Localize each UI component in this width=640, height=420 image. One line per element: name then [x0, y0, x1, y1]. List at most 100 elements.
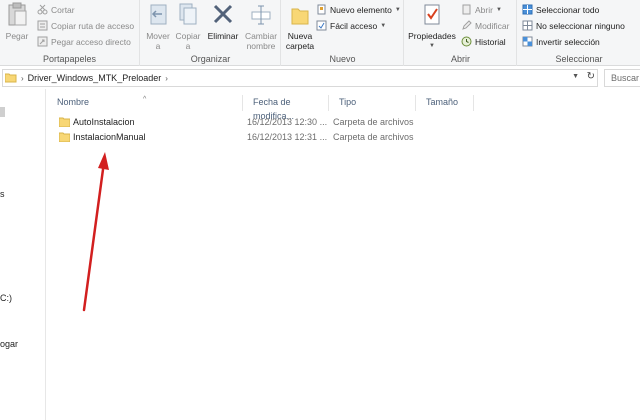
paste-shortcut-icon [37, 36, 48, 47]
file-list: ^ Nombre Fecha de modifica... Tipo Tamañ… [47, 89, 640, 420]
select-none-button[interactable]: No seleccionar ninguno [522, 19, 625, 32]
folder-icon [59, 132, 70, 142]
new-item-label: Nuevo elemento [330, 4, 392, 15]
group-label-clipboard: Portapapeles [42, 54, 97, 64]
search-input[interactable]: Buscar [604, 69, 640, 87]
column-header-size[interactable]: Tamaño [416, 95, 474, 111]
scissors-icon [37, 4, 48, 15]
group-label-organize: Organizar [190, 54, 231, 64]
invert-selection-label: Invertir selección [536, 36, 600, 47]
properties-icon [424, 4, 440, 25]
open-dropdown-icon: ▼ [495, 6, 502, 13]
new-folder-label-2: carpeta [285, 41, 315, 51]
column-header-type[interactable]: Tipo [329, 95, 416, 111]
paste-label: Pegar [5, 31, 29, 41]
rename-label-2: nombre [246, 41, 276, 51]
history-icon [461, 36, 472, 47]
nav-pin-icon [0, 107, 5, 117]
easy-access-dropdown-icon: ▼ [380, 22, 387, 29]
nav-item-local-disk-partial[interactable]: C:) [0, 293, 12, 303]
group-label-new: Nuevo [329, 54, 356, 64]
group-organize: Mover a Copiar a Eliminar Cambiar nombre… [141, 0, 281, 66]
group-select: Seleccionar todo No seleccionar ninguno … [518, 0, 640, 66]
properties-button[interactable]: Propiedades ▼ [407, 2, 457, 51]
group-open: Propiedades ▼ Abrir ▼ Modificar Historia… [405, 0, 517, 66]
edit-icon [462, 20, 472, 30]
open-label: Abrir [475, 4, 493, 15]
list-item[interactable]: InstalacionManual 16/12/2013 12:31 ... C… [47, 130, 427, 145]
copy-to-button[interactable]: Copiar a [173, 2, 203, 51]
copy-path-button[interactable]: Copiar ruta de acceso [37, 19, 134, 32]
invert-selection-icon [522, 36, 533, 47]
folder-icon [5, 73, 17, 83]
easy-access-icon [316, 20, 327, 31]
navigation-pane: s C:) ogar [0, 89, 46, 420]
address-bar: › Driver_Windows_MTK_Preloader › ▼ ↻ Bus… [0, 68, 640, 88]
open-icon [462, 4, 471, 15]
nav-item-homegroup-partial[interactable]: ogar [0, 339, 18, 349]
address-box[interactable]: › Driver_Windows_MTK_Preloader › ▼ ↻ [2, 69, 598, 87]
sort-ascending-icon: ^ [143, 96, 147, 103]
cut-button[interactable]: Cortar [37, 3, 75, 16]
file-date: 16/12/2013 12:31 ... [247, 132, 328, 142]
folder-icon [59, 117, 70, 127]
new-folder-icon [291, 8, 309, 25]
list-item[interactable]: AutoInstalacion 16/12/2013 12:30 ... Car… [47, 115, 427, 130]
file-name: AutoInstalacion [73, 117, 135, 127]
open-button[interactable]: Abrir ▼ [461, 3, 502, 16]
group-label-select: Seleccionar [555, 54, 603, 64]
new-folder-button[interactable]: Nueva carpeta [284, 2, 316, 51]
column-header-name[interactable]: ^ Nombre [47, 95, 243, 111]
rename-icon [251, 5, 271, 25]
copy-path-label: Copiar ruta de acceso [51, 20, 135, 31]
move-to-icon [150, 4, 167, 25]
easy-access-label: Fácil acceso [330, 20, 378, 31]
refresh-icon[interactable]: ↻ [587, 71, 595, 82]
edit-button[interactable]: Modificar [461, 19, 509, 32]
delete-label: Eliminar [207, 31, 239, 41]
move-to-sub: a [155, 41, 161, 51]
paste-button[interactable]: Pegar [2, 2, 32, 41]
breadcrumb-current[interactable]: Driver_Windows_MTK_Preloader [28, 73, 162, 83]
new-folder-label-1: Nueva [287, 31, 313, 41]
history-label: Historial [475, 36, 506, 47]
delete-x-icon [213, 4, 233, 24]
group-new: Nueva carpeta Nuevo elemento ▼ Fácil acc… [282, 0, 404, 66]
ribbon: Pegar Cortar Copiar ruta de acceso Pegar… [0, 0, 640, 66]
column-header-date[interactable]: Fecha de modifica... [243, 95, 329, 121]
select-none-label: No seleccionar ninguno [536, 20, 625, 31]
select-all-button[interactable]: Seleccionar todo [522, 3, 599, 16]
new-item-button[interactable]: Nuevo elemento ▼ [316, 3, 401, 16]
select-all-icon [522, 4, 533, 15]
address-dropdown-icon[interactable]: ▼ [572, 73, 579, 80]
nav-item-partial[interactable]: s [0, 189, 5, 199]
move-to-button[interactable]: Mover a [143, 2, 173, 51]
group-label-open: Abrir [450, 54, 470, 64]
rename-button[interactable]: Cambiar nombre [243, 2, 279, 51]
edit-label: Modificar [475, 20, 510, 31]
move-to-label: Mover [146, 31, 170, 41]
history-button[interactable]: Historial [461, 35, 506, 48]
delete-button[interactable]: Eliminar [205, 2, 241, 41]
paste-icon [8, 2, 27, 26]
select-all-label: Seleccionar todo [536, 4, 600, 15]
copy-path-icon [37, 20, 48, 31]
breadcrumb-chevron-icon[interactable]: › [21, 74, 24, 83]
group-clipboard: Pegar Cortar Copiar ruta de acceso Pegar… [0, 0, 140, 66]
copy-to-label: Copiar [175, 31, 201, 41]
properties-label: Propiedades [408, 31, 456, 41]
new-item-dropdown-icon: ▼ [394, 6, 401, 13]
copy-to-icon [179, 3, 197, 25]
easy-access-button[interactable]: Fácil acceso ▼ [316, 19, 386, 32]
invert-selection-button[interactable]: Invertir selección [522, 35, 600, 48]
file-type: Carpeta de archivos [333, 117, 414, 127]
select-none-icon [522, 20, 533, 31]
file-type: Carpeta de archivos [333, 132, 414, 142]
copy-to-sub: a [185, 41, 191, 51]
file-date: 16/12/2013 12:30 ... [247, 117, 328, 127]
breadcrumb-chevron-end-icon[interactable]: › [165, 74, 168, 83]
paste-shortcut-button[interactable]: Pegar acceso directo [37, 35, 131, 48]
rename-label-1: Cambiar [244, 31, 278, 41]
properties-dropdown-icon: ▼ [429, 43, 435, 49]
paste-shortcut-label: Pegar acceso directo [51, 36, 131, 47]
